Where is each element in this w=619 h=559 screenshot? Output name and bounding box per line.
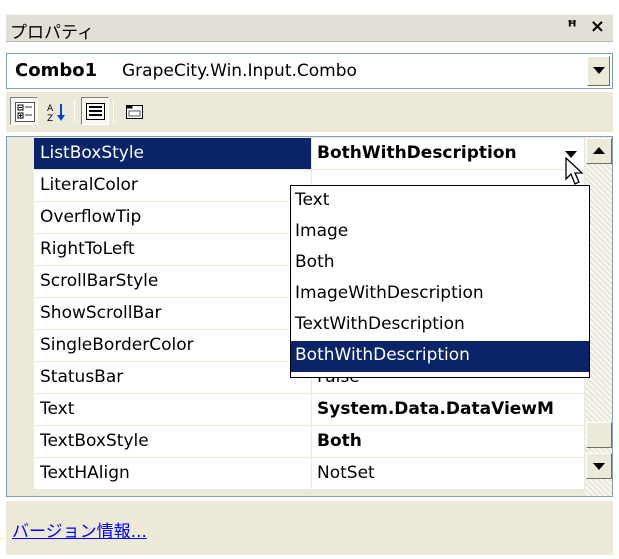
property-name[interactable]: TextHAlign — [34, 458, 312, 489]
svg-text:Z: Z — [47, 114, 53, 122]
property-row-texthalign[interactable]: TextHAlign NotSet — [34, 458, 584, 490]
object-type: GrapeCity.Win.Input.Combo — [122, 61, 357, 81]
scroll-up-button[interactable] — [586, 138, 612, 164]
property-row-listboxstyle[interactable]: ListBoxStyle BothWithDescription — [34, 138, 584, 170]
window-title: プロパティ — [10, 23, 94, 43]
dropdown-option[interactable]: Image — [291, 217, 589, 248]
property-value[interactable]: NotSet — [313, 458, 584, 489]
dropdown-option[interactable]: Text — [291, 186, 589, 217]
listboxstyle-dropdown-list[interactable]: Text Image Both ImageWithDescription Tex… — [290, 185, 590, 378]
chevron-down-icon — [593, 463, 605, 470]
object-selector[interactable]: Combo1 GrapeCity.Win.Input.Combo — [6, 53, 613, 89]
chevron-down-icon — [593, 67, 605, 74]
property-name[interactable]: StatusBar — [34, 362, 312, 393]
categorized-icon — [15, 102, 35, 122]
alphabetical-button[interactable]: A Z — [42, 97, 70, 125]
properties-icon — [86, 103, 105, 120]
property-name[interactable]: ShowScrollBar — [34, 298, 312, 329]
property-pages-icon — [126, 105, 143, 119]
dropdown-option-selected[interactable]: BothWithDescription — [291, 341, 589, 372]
scroll-down-button[interactable] — [586, 453, 612, 479]
properties-window: プロパティ ꟸ × Combo1 GrapeCity.Win.Input.Com… — [0, 0, 619, 559]
mouse-cursor-icon — [565, 157, 584, 185]
version-info-link[interactable]: バージョン情報... — [12, 517, 147, 542]
toolbar-separator — [74, 100, 75, 122]
toolbar-separator — [113, 100, 114, 122]
dropdown-option[interactable]: Both — [291, 248, 589, 279]
chevron-up-icon — [593, 147, 605, 154]
property-name[interactable]: TextBoxStyle — [34, 426, 312, 457]
dropdown-option[interactable]: ImageWithDescription — [291, 279, 589, 310]
properties-button[interactable] — [81, 97, 109, 125]
property-name[interactable]: ListBoxStyle — [34, 138, 312, 169]
toolbar: A Z — [6, 92, 613, 132]
grid-gutter — [7, 137, 34, 496]
property-pages-button[interactable] — [120, 97, 148, 125]
property-name[interactable]: ScrollBarStyle — [34, 266, 312, 297]
property-row-textboxstyle[interactable]: TextBoxStyle Both — [34, 426, 584, 458]
scrollbar-thumb[interactable] — [586, 422, 612, 448]
object-name: Combo1 — [15, 60, 98, 81]
property-name[interactable]: SingleBorderColor — [34, 330, 312, 361]
close-icon[interactable]: × — [590, 16, 605, 37]
object-selector-dropdown-button[interactable] — [587, 56, 610, 86]
alphabetical-icon: A Z — [47, 104, 65, 122]
property-name[interactable]: OverflowTip — [34, 202, 312, 233]
footer-panel: バージョン情報... — [6, 500, 613, 555]
categorized-button[interactable] — [10, 97, 38, 125]
svg-text:A: A — [47, 104, 54, 114]
property-row-text[interactable]: Text System.Data.DataViewM — [34, 394, 584, 426]
property-name[interactable]: LiteralColor — [34, 170, 312, 201]
dropdown-option[interactable]: TextWithDescription — [291, 310, 589, 341]
property-value[interactable]: BothWithDescription — [313, 138, 584, 169]
property-value[interactable]: System.Data.DataViewM — [313, 394, 584, 425]
property-name[interactable]: RightToLeft — [34, 234, 312, 265]
pin-icon[interactable]: ꟸ — [567, 17, 577, 36]
title-bar: プロパティ ꟸ × — [6, 14, 613, 43]
property-name[interactable]: Text — [34, 394, 312, 425]
property-value[interactable]: Both — [313, 426, 584, 457]
